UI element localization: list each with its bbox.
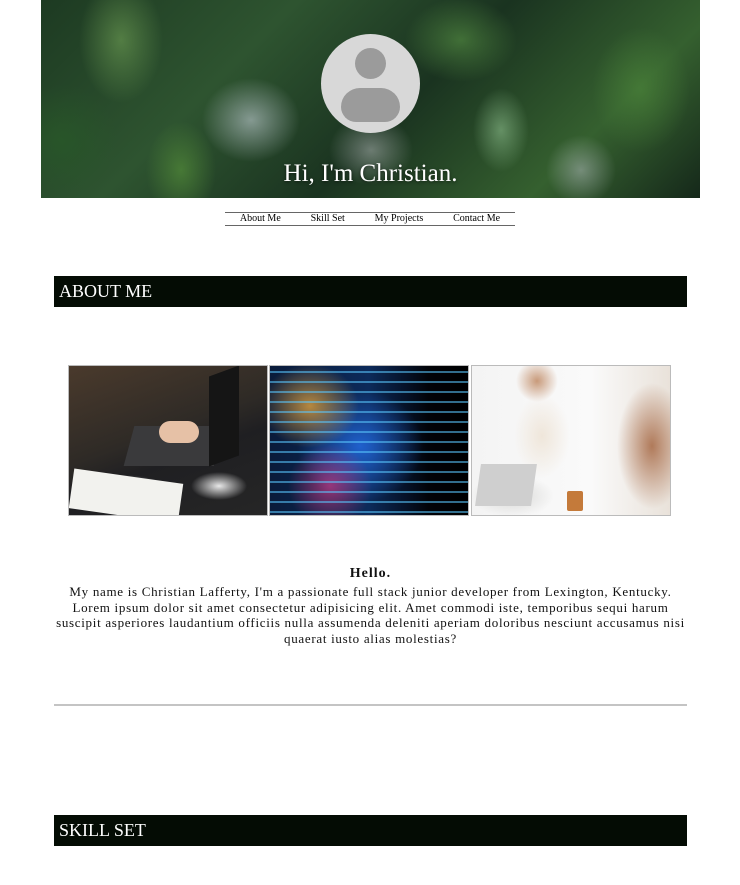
code-screen-photo — [269, 365, 469, 516]
hero-banner: Hi, I'm Christian. — [41, 0, 700, 198]
laptop-shape — [475, 464, 537, 506]
nav-link-my-projects[interactable]: My Projects — [375, 213, 424, 225]
laptop-typing-photo — [68, 365, 268, 516]
hero-title: Hi, I'm Christian. — [283, 160, 458, 187]
intro-body: My name is Christian Lafferty, I'm a pas… — [56, 584, 685, 646]
handshake-photo — [471, 365, 671, 516]
avatar — [321, 34, 420, 133]
nav-link-contact-me[interactable]: Contact Me — [453, 213, 500, 225]
about-section-header: ABOUT ME — [54, 276, 687, 307]
skills-section-header: SKILL SET — [54, 815, 687, 846]
intro-heading: Hello. — [349, 566, 392, 581]
laptop-screen-shape — [209, 366, 239, 467]
avatar-head-icon — [355, 48, 386, 79]
nav-link-about-me[interactable]: About Me — [240, 213, 281, 225]
photo-gallery — [68, 365, 673, 516]
hand-shape — [159, 421, 199, 443]
notebook-shape — [69, 468, 184, 515]
avatar-body-icon — [341, 88, 400, 122]
section-divider — [54, 704, 687, 706]
coffee-cup-shape — [567, 491, 583, 511]
nav-link-skill-set[interactable]: Skill Set — [311, 213, 345, 225]
main-nav: About Me Skill Set My Projects Contact M… — [225, 212, 515, 226]
